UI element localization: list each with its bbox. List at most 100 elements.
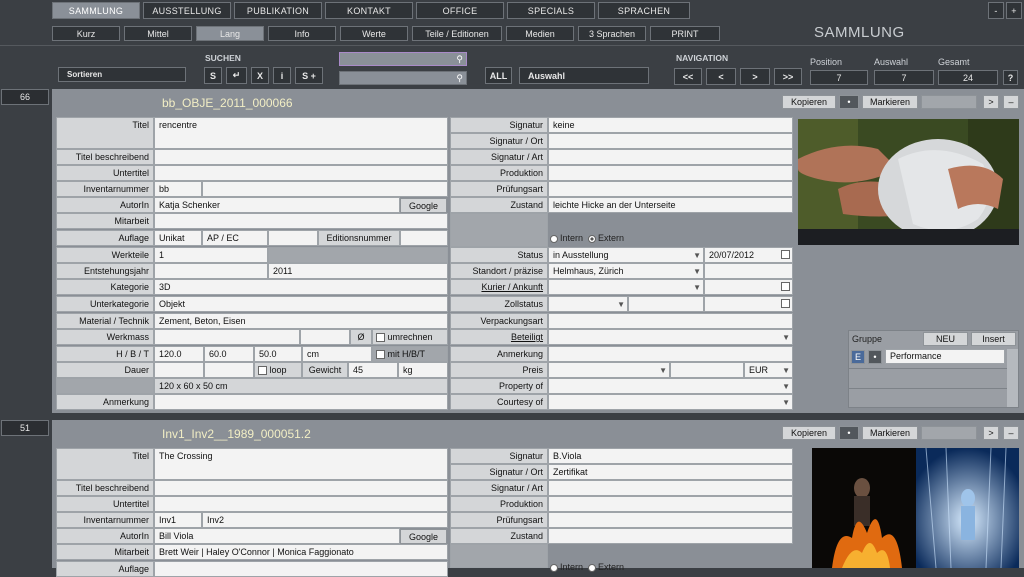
tab-sprachen[interactable]: SPRACHEN	[598, 2, 690, 19]
tab-office[interactable]: OFFICE	[416, 2, 504, 19]
minimize-button[interactable]: -	[988, 2, 1004, 19]
calendar-icon[interactable]	[781, 282, 790, 291]
search-add-button[interactable]: S +	[295, 67, 323, 84]
artwork-image-water[interactable]	[916, 448, 1019, 568]
umrechnen-toggle[interactable]: umrechnen	[372, 329, 448, 345]
intern-radio[interactable]	[550, 234, 558, 243]
mit-hbt-checkbox[interactable]	[376, 350, 385, 360]
search-info-button[interactable]: i	[273, 67, 291, 84]
scrollbar[interactable]	[1007, 349, 1018, 407]
field-editionsnummer[interactable]	[400, 230, 448, 246]
field-untertitel[interactable]	[154, 496, 448, 512]
field-zoll-2[interactable]	[628, 296, 704, 312]
field-produktion[interactable]	[548, 496, 793, 512]
search-input-1[interactable]: ⚲	[339, 52, 467, 66]
neu-button[interactable]: NEU	[923, 332, 968, 346]
collapse-button[interactable]: –	[1003, 95, 1019, 109]
field-zollstatus[interactable]: ▼	[548, 296, 628, 312]
field-autorin[interactable]: Katja Schenker	[154, 197, 400, 213]
search-enter-button[interactable]: ↵	[226, 67, 247, 84]
field-titel[interactable]: rencentre	[154, 117, 448, 149]
nav-first-button[interactable]: <<	[674, 68, 702, 85]
standort-radio[interactable]: Intern Extern	[550, 233, 624, 243]
tab-3-sprachen[interactable]: 3 Sprachen	[578, 26, 646, 41]
field-signatur[interactable]: B.Viola	[548, 448, 793, 464]
next-record-button[interactable]: >	[983, 426, 999, 440]
artwork-image[interactable]	[798, 119, 1019, 245]
field-autorin[interactable]: Bill Viola	[154, 528, 400, 544]
calendar-icon[interactable]	[781, 250, 790, 259]
dot-button[interactable]: •	[868, 350, 882, 364]
field-signatur-ort[interactable]: Zertifikat	[548, 464, 793, 480]
field-inventar-1[interactable]: Inv1	[154, 512, 202, 528]
tab-publikation[interactable]: PUBLIKATION	[234, 2, 322, 19]
all-button[interactable]: ALL	[485, 67, 512, 84]
field-kategorie[interactable]: 3D	[154, 279, 448, 295]
field-status-date[interactable]: 20/07/2012	[704, 247, 793, 263]
kopieren-button[interactable]: Kopieren	[782, 95, 836, 109]
mark-field[interactable]	[921, 95, 977, 109]
field-mitarbeit[interactable]: Brett Weir | Haley O'Connor | Monica Fag…	[154, 544, 448, 560]
next-record-button[interactable]: >	[983, 95, 999, 109]
field-material[interactable]: Zement, Beton, Eisen	[154, 313, 448, 329]
collapse-button[interactable]: –	[1003, 426, 1019, 440]
field-inventar-1[interactable]: bb	[154, 181, 202, 197]
auswahl-button[interactable]: Auswahl	[519, 67, 649, 84]
field-inventar-2[interactable]: Inv2	[202, 512, 448, 528]
extern-radio[interactable]	[588, 234, 597, 243]
search-input-2[interactable]: ⚲	[339, 71, 467, 85]
field-b[interactable]: 60.0	[204, 346, 254, 362]
tab-werte[interactable]: Werte	[340, 26, 408, 41]
field-werkmass[interactable]	[154, 329, 300, 345]
field-kurier-date[interactable]	[704, 279, 793, 295]
google-button[interactable]: Google	[400, 198, 447, 213]
standort-radio[interactable]: Intern Extern	[550, 562, 624, 572]
kurier-link[interactable]: Kurier / Ankunft	[481, 282, 543, 292]
markieren-button[interactable]: Markieren	[862, 426, 918, 440]
field-gewicht[interactable]: 45	[348, 362, 398, 378]
nav-last-button[interactable]: >>	[774, 68, 802, 85]
field-unit[interactable]: cm	[302, 346, 372, 362]
field-auflage[interactable]	[154, 561, 448, 577]
field-currency[interactable]: EUR ▼	[744, 362, 793, 378]
field-verpackungsart[interactable]	[548, 313, 793, 329]
kopieren-button[interactable]: Kopieren	[782, 426, 836, 440]
mark-field[interactable]	[921, 426, 977, 440]
field-werkteile[interactable]: 1	[154, 247, 268, 263]
tab-lang[interactable]: Lang	[196, 26, 264, 41]
field-anmerkung[interactable]	[154, 394, 448, 410]
tab-teile-editionen[interactable]: Teile / Editionen	[412, 26, 502, 41]
field-kurier[interactable]: ▼	[548, 279, 704, 295]
field-untertitel[interactable]	[154, 165, 448, 181]
field-beteiligt[interactable]: ▼	[548, 329, 793, 345]
beteiligt-link[interactable]: Beteiligt	[511, 332, 543, 342]
field-entstehung-von[interactable]	[154, 263, 268, 279]
tab-mittel[interactable]: Mittel	[124, 26, 192, 41]
field-unterkategorie[interactable]: Objekt	[154, 296, 448, 312]
tab-specials[interactable]: SPECIALS	[507, 2, 595, 19]
nav-prev-button[interactable]: <	[706, 68, 736, 85]
mit-hbt-toggle[interactable]: mit H/B/T	[372, 346, 448, 362]
dot-button[interactable]: •	[839, 426, 859, 440]
markieren-button[interactable]: Markieren	[862, 95, 918, 109]
loop-checkbox[interactable]	[258, 366, 267, 376]
field-zustand[interactable]: leichte Hicke an der Unterseite	[548, 197, 793, 213]
field-titel[interactable]: The Crossing	[154, 448, 448, 480]
field-entstehungsjahr[interactable]: 2011	[268, 263, 448, 279]
field-produktion[interactable]	[548, 165, 793, 181]
e-button[interactable]: E	[851, 350, 865, 364]
field-inventar-2[interactable]	[202, 181, 448, 197]
field-signatur-art[interactable]	[548, 480, 793, 496]
help-button[interactable]: ?	[1003, 70, 1018, 85]
field-titel-beschreibend[interactable]	[154, 149, 448, 165]
field-signatur-ort[interactable]	[548, 133, 793, 149]
field-mitarbeit[interactable]	[154, 213, 448, 229]
field-status[interactable]: in Ausstellung ▼	[548, 247, 704, 263]
field-zoll-date[interactable]	[704, 296, 793, 312]
maximize-button[interactable]: +	[1006, 2, 1022, 19]
field-dauer-2[interactable]	[204, 362, 254, 378]
tab-medien[interactable]: Medien	[506, 26, 574, 41]
tab-kontakt[interactable]: KONTAKT	[325, 2, 413, 19]
nav-next-button[interactable]: >	[740, 68, 770, 85]
field-auflage[interactable]: Unikat	[154, 230, 202, 246]
